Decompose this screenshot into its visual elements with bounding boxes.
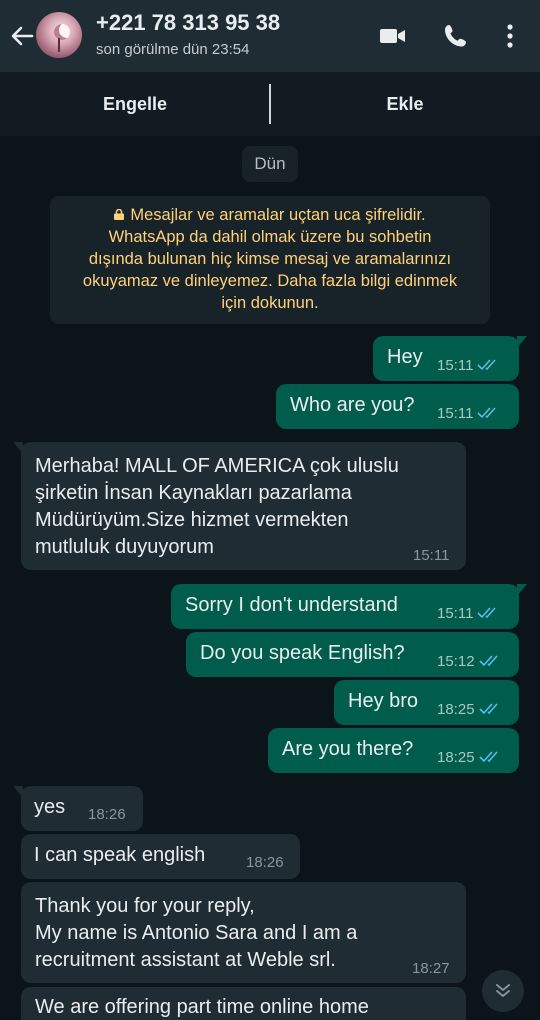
incoming-message[interactable]: I can speak english 18:26 (21, 834, 300, 879)
back-arrow-icon[interactable] (8, 20, 36, 52)
outgoing-message[interactable]: Hey bro 18:25 (334, 680, 519, 725)
lock-icon (114, 209, 125, 220)
message-meta: 15:11 (437, 605, 499, 622)
message-line: My name is Antonio Sara and I am a (35, 922, 358, 944)
message-meta: 18:25 (437, 749, 501, 766)
unknown-contact-actions: Engelle Ekle (0, 72, 540, 136)
message-time: 18:27 (412, 960, 450, 977)
chat-header: +221 78 313 95 38 son görülme dün 23:54 (0, 0, 540, 72)
message-line: recruitment assistant at Weble srl. (35, 949, 336, 971)
outgoing-message[interactable]: Do you speak English? 15:12 (186, 632, 519, 677)
message-text: Sorry I don't understand (185, 594, 398, 616)
read-ticks-icon (477, 607, 497, 619)
more-options-icon[interactable] (502, 22, 518, 50)
message-text: Who are you? (290, 394, 415, 416)
message-text: yes (34, 796, 66, 818)
incoming-message[interactable]: yes 18:26 (13, 786, 143, 831)
message-line: şirketin İnsan Kaynakları pazarlama (35, 482, 352, 504)
notice-line: WhatsApp da dahil olmak üzere bu sohbeti… (108, 228, 432, 246)
outgoing-message[interactable]: Who are you? 15:11 (276, 384, 519, 429)
bubble-tail (13, 442, 23, 454)
message-text: Thank you for your reply, My name is Ant… (35, 893, 357, 974)
outgoing-message[interactable]: Hey 15:11 (373, 336, 527, 381)
read-ticks-icon (478, 703, 498, 715)
message-text: Hey (387, 346, 423, 368)
incoming-message[interactable]: Thank you for your reply, My name is Ant… (21, 882, 466, 983)
message-time: 18:25 (437, 749, 475, 766)
message-line: Merhaba! MALL OF AMERICA çok uluslu (35, 455, 399, 477)
read-ticks-icon (477, 359, 497, 371)
bubble-tail (517, 584, 527, 596)
message-time: 15:12 (437, 653, 475, 670)
incoming-message[interactable]: We are offering part time online home (21, 987, 466, 1020)
message-time: 15:11 (437, 357, 474, 374)
message-text: Merhaba! MALL OF AMERICA çok uluslu şirk… (35, 453, 399, 561)
message-line: Müdürüyüm.Size hizmet vermekten (35, 509, 349, 531)
double-chevron-down-icon (496, 984, 510, 997)
notice-line: okuyamaz ve dinleyemez. Daha fazla bilgi… (82, 272, 458, 290)
video-call-icon[interactable] (378, 22, 408, 50)
message-time: 18:26 (88, 806, 126, 823)
message-time: 15:11 (413, 547, 450, 564)
message-meta: 15:12 (437, 653, 501, 670)
moon-graphic (54, 24, 70, 40)
contact-name[interactable]: +221 78 313 95 38 (96, 10, 280, 36)
incoming-message[interactable]: Merhaba! MALL OF AMERICA çok uluslu şirk… (13, 442, 466, 570)
last-seen-status: son görülme dün 23:54 (96, 41, 250, 58)
message-time: 18:26 (246, 854, 284, 871)
block-button[interactable]: Engelle (0, 72, 270, 136)
tree-graphic (58, 38, 60, 52)
message-text: Do you speak English? (200, 642, 405, 664)
message-meta: 15:11 (437, 357, 499, 374)
message-text: We are offering part time online home (35, 996, 369, 1018)
notice-line: Mesajlar ve aramalar uçtan uca şifrelidi… (130, 206, 426, 224)
bubble-tail (517, 336, 527, 348)
message-meta: 15:11 (437, 405, 499, 422)
encryption-notice[interactable]: Mesajlar ve aramalar uçtan uca şifrelidi… (50, 196, 490, 324)
message-time: 18:25 (437, 701, 475, 718)
message-text: Hey bro (348, 690, 419, 712)
add-contact-button[interactable]: Ekle (270, 72, 540, 136)
outgoing-message[interactable]: Are you there? 18:25 (268, 728, 519, 773)
avatar[interactable] (36, 12, 82, 58)
message-text: I can speak english (34, 844, 206, 866)
notice-line: dışında bulunan hiç kimse mesaj ve arama… (88, 250, 452, 268)
read-ticks-icon (478, 751, 498, 763)
message-text: Are you there? (282, 738, 414, 760)
message-meta: 18:25 (437, 701, 501, 718)
scroll-to-bottom-button[interactable] (482, 970, 524, 1012)
message-time: 15:11 (437, 405, 474, 422)
read-ticks-icon (478, 655, 498, 667)
notice-line: için dokunun. (221, 294, 319, 312)
date-chip: Dün (242, 146, 298, 182)
message-line: mutluluk duyuyorum (35, 536, 214, 558)
phone-icon[interactable] (442, 22, 470, 50)
message-line: Thank you for your reply, (35, 895, 255, 917)
message-time: 15:11 (437, 605, 474, 622)
bubble-tail (13, 786, 23, 798)
outgoing-message[interactable]: Sorry I don't understand 15:11 (171, 584, 527, 629)
read-ticks-icon (477, 407, 497, 419)
